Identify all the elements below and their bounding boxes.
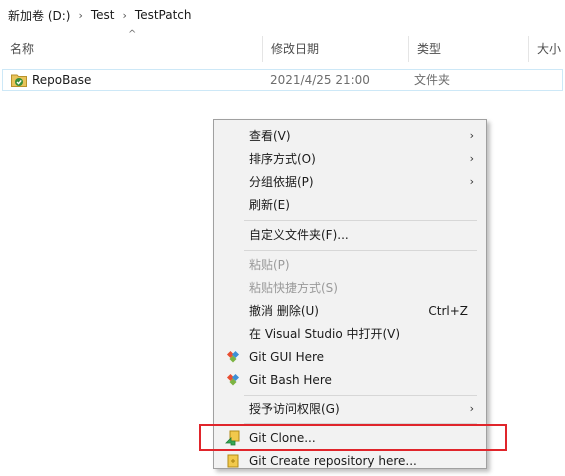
submenu-arrow-icon: › bbox=[469, 175, 474, 188]
breadcrumb-item-drive[interactable]: 新加卷 (D:) bbox=[2, 7, 76, 24]
git-diamond-icon bbox=[225, 349, 241, 365]
breadcrumb-separator-icon[interactable]: › bbox=[76, 9, 84, 22]
file-type: 文件夹 bbox=[414, 73, 451, 87]
menu-item-undo-delete[interactable]: 撤消 删除(U) Ctrl+Z bbox=[216, 300, 484, 322]
menu-item-git-bash[interactable]: Git Bash Here bbox=[216, 369, 484, 391]
menu-item-git-gui[interactable]: Git GUI Here bbox=[216, 346, 484, 368]
file-name-cell: RepoBase bbox=[11, 70, 91, 90]
menu-item-open-visual-studio[interactable]: 在 Visual Studio 中打开(V) bbox=[216, 323, 484, 345]
menu-shortcut: Ctrl+Z bbox=[428, 304, 468, 318]
file-date: 2021/4/25 21:00 bbox=[270, 73, 370, 87]
menu-item-sort[interactable]: 排序方式(O) › bbox=[216, 148, 484, 170]
menu-item-paste[interactable]: 粘贴(P) bbox=[216, 254, 484, 276]
menu-separator bbox=[244, 395, 477, 396]
column-type-label: 类型 bbox=[417, 42, 442, 56]
breadcrumb-item-testpatch[interactable]: TestPatch bbox=[129, 8, 198, 22]
breadcrumb-separator-icon[interactable]: › bbox=[121, 9, 129, 22]
git-clone-icon bbox=[225, 430, 241, 446]
menu-item-group[interactable]: 分组依据(P) › bbox=[216, 171, 484, 193]
menu-item-view[interactable]: 查看(V) › bbox=[216, 125, 484, 147]
column-size-label: 大小 bbox=[537, 42, 562, 56]
column-header-type[interactable]: 类型 bbox=[409, 36, 529, 62]
menu-item-refresh[interactable]: 刷新(E) bbox=[216, 194, 484, 216]
column-header: 名称 ^ 修改日期 类型 大小 bbox=[0, 29, 565, 62]
menu-separator bbox=[244, 423, 477, 424]
sort-ascending-icon: ^ bbox=[128, 29, 137, 40]
column-name-label: 名称 bbox=[10, 42, 35, 56]
menu-item-customize-folder[interactable]: 自定义文件夹(F)... bbox=[216, 224, 484, 246]
file-name: RepoBase bbox=[32, 73, 92, 87]
menu-separator bbox=[244, 220, 477, 221]
menu-item-git-clone[interactable]: Git Clone... bbox=[216, 427, 484, 449]
column-header-date[interactable]: 修改日期 bbox=[263, 36, 409, 62]
submenu-arrow-icon: › bbox=[469, 402, 474, 415]
column-date-label: 修改日期 bbox=[271, 42, 320, 56]
column-header-size[interactable]: 大小 bbox=[529, 36, 565, 62]
git-create-icon bbox=[225, 453, 241, 469]
menu-item-git-create-repo[interactable]: Git Create repository here... bbox=[216, 450, 484, 472]
menu-item-grant-access[interactable]: 授予访问权限(G) › bbox=[216, 398, 484, 420]
breadcrumb-item-test[interactable]: Test bbox=[85, 8, 121, 22]
submenu-arrow-icon: › bbox=[469, 129, 474, 142]
table-row[interactable]: RepoBase 2021/4/25 21:00 文件夹 bbox=[2, 69, 563, 91]
breadcrumb: 新加卷 (D:) › Test › TestPatch bbox=[0, 0, 565, 30]
submenu-arrow-icon: › bbox=[469, 152, 474, 165]
menu-separator bbox=[244, 250, 477, 251]
git-diamond-icon bbox=[225, 372, 241, 388]
context-menu: 查看(V) › 排序方式(O) › 分组依据(P) › 刷新(E) 自定义文件夹… bbox=[213, 119, 487, 469]
git-folder-icon bbox=[11, 73, 27, 87]
menu-item-paste-shortcut[interactable]: 粘贴快捷方式(S) bbox=[216, 277, 484, 299]
